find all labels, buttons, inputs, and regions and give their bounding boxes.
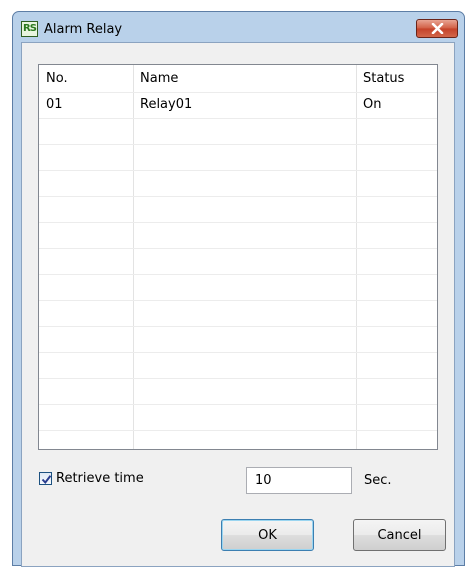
seconds-unit-label: Sec. [364,473,392,488]
row-gridline [39,222,437,223]
cancel-button[interactable]: Cancel [353,519,446,551]
column-header-name[interactable]: Name [133,65,356,92]
cell-name: Relay01 [140,97,193,112]
row-gridline [39,326,437,327]
column-divider [356,65,357,449]
close-icon [431,23,444,34]
title-bar[interactable]: RS Alarm Relay [13,12,464,43]
checkmark-icon [41,475,52,485]
row-gridline [39,144,437,145]
row-gridline [39,170,437,171]
column-header-no[interactable]: No. [39,65,133,92]
close-button[interactable] [416,19,458,38]
row-gridline [39,378,437,379]
row-gridline [39,300,437,301]
row-gridline [39,118,437,119]
cell-no: 01 [46,97,63,112]
ok-button[interactable]: OK [221,519,314,551]
app-logo-icon: RS [21,21,38,37]
column-divider [133,65,134,449]
row-gridline [39,352,437,353]
column-header-status[interactable]: Status [356,65,437,92]
relay-list[interactable]: No. Name Status 01 Relay01 On [38,64,438,450]
row-gridline [39,196,437,197]
row-gridline [39,274,437,275]
retrieve-time-label: Retrieve time [56,471,144,486]
cell-status: On [363,97,382,112]
dialog-body: No. Name Status 01 Relay01 On Retrieve t… [21,42,455,567]
dialog-window: RS Alarm Relay No. Name Status 01 Relay0… [12,11,465,567]
row-gridline [39,248,437,249]
row-gridline [39,404,437,405]
window-title: Alarm Relay [44,22,123,37]
retrieve-time-checkbox[interactable] [39,472,52,485]
row-gridline [39,430,437,431]
retrieve-time-input[interactable] [246,467,352,494]
